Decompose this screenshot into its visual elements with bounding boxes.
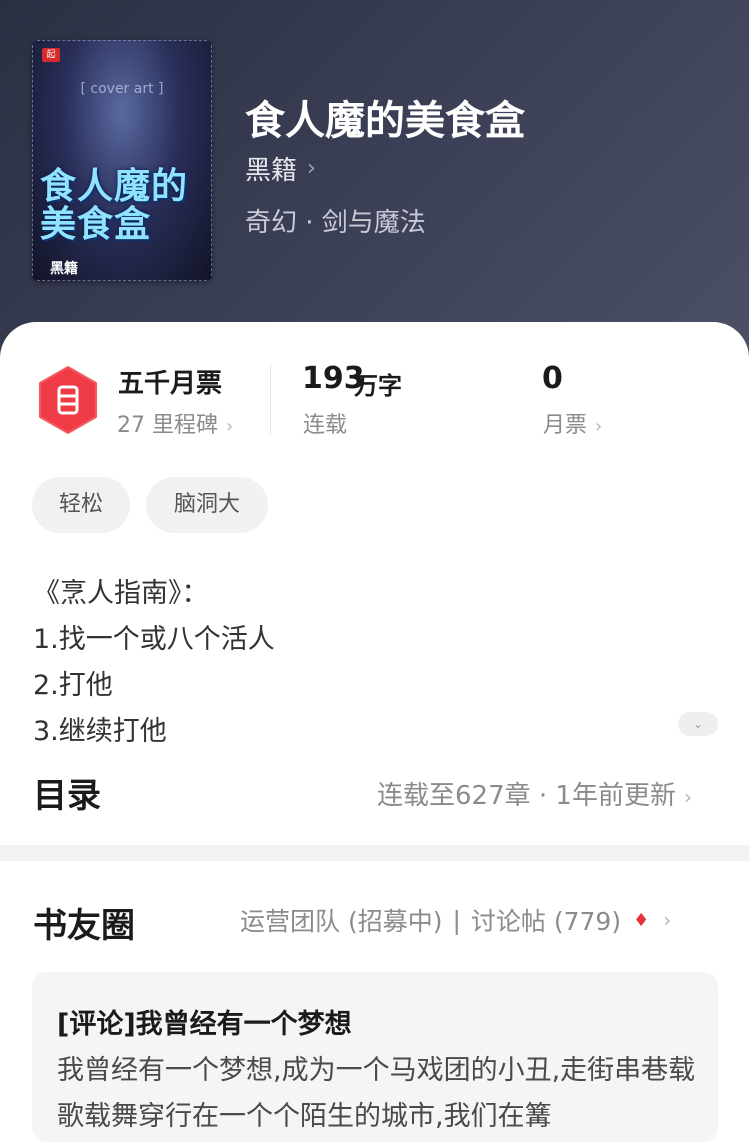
cover-author-text: 黑籍 [50,261,78,277]
description-line: 3.继续打他 [33,716,167,747]
toc-title: 目录 [33,776,101,816]
author-link[interactable]: 黑籍 › [245,150,316,187]
description-line: 《烹人指南》： [33,578,209,609]
description-line: 2.打他 [33,670,113,701]
stat-divider [270,364,271,434]
book-genre: 奇幻 · 剑与魔法 [245,208,426,238]
tag-chip[interactable]: 脑洞大 [146,477,268,533]
publisher-logo: 起 [42,48,60,62]
milestone-link[interactable]: 27 里程碑 › [117,407,233,439]
description-line: 1.找一个或八个活人 [33,624,275,655]
section-divider [0,845,749,861]
post-body: 我曾经有一个梦想,成为一个马戏团的小丑,走街串巷载歌载舞穿行在一个个陌生的城市,… [57,1055,696,1132]
book-title: 食人魔的美食盒 [245,97,525,144]
chevron-right-icon: › [683,785,692,809]
book-circle-title: 书友圈 [33,906,135,946]
hot-fire-icon: ♦ [633,909,650,931]
book-circle-links: 运营团队 (招募中) | 讨论帖 (779) ♦ › [240,902,671,938]
cover-title-text: 食人魔的美食盒 [40,166,189,245]
toc-link[interactable]: 连载至627章 · 1年前更新 › [377,775,692,812]
serial-status: 连载 [303,413,348,438]
expand-description-chevron-down-icon[interactable]: ⌄ [678,712,718,736]
monthly-votes-link[interactable]: 月票 › [543,407,602,439]
milestone-label: 五千月票 [118,369,223,399]
discussion-link[interactable]: 讨论帖 (779) [471,902,621,938]
toc-update-info: 连载至627章 · 1年前更新 [377,781,676,811]
link-separator: | [452,905,461,935]
monthly-votes-number: 0 [542,361,563,396]
chevron-right-icon: › [226,416,234,437]
post-title: [评论]我曾经有一个梦想 [57,1009,352,1040]
chevron-right-icon: › [595,416,603,437]
chevron-right-icon: › [307,156,316,181]
tag-chip[interactable]: 轻松 [32,477,130,533]
ops-team-link[interactable]: 运营团队 (招募中) [240,902,442,938]
chevron-right-icon[interactable]: › [663,908,671,932]
book-cover[interactable]: [ cover art ] 起 食人魔的美食盒 黑籍 [32,40,212,281]
monthly-ticket-badge-icon [39,366,97,434]
author-name: 黑籍 [245,156,298,186]
word-count-unit: 万字 [354,372,402,400]
milestone-count: 27 里程碑 [117,413,218,438]
book-header: [ cover art ] 起 食人魔的美食盒 黑籍 食人魔的美食盒 黑籍 › … [0,0,749,360]
discussion-post-card[interactable]: [评论]我曾经有一个梦想 我曾经有一个梦想,成为一个马戏团的小丑,走街串巷载歌载… [32,972,718,1142]
monthly-votes-label: 月票 [543,413,588,438]
